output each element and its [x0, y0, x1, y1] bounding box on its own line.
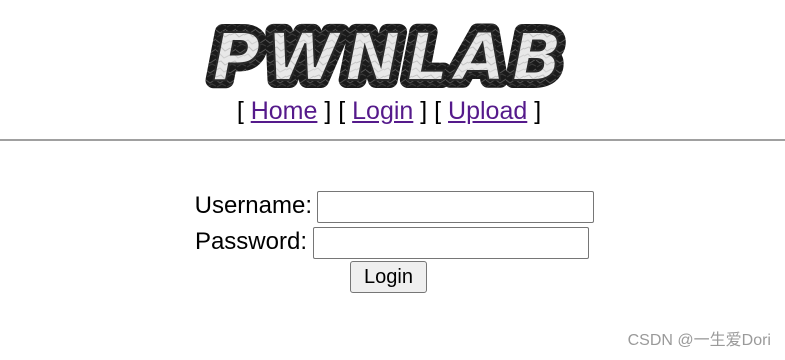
csdn-watermark: CSDN @一生爱Dori — [627, 332, 771, 349]
nav-link-home[interactable]: Home — [251, 97, 318, 125]
nav-close-bracket: ] — [527, 97, 542, 125]
page: PWNLAB PWNLAB [ Home ] [ Login ] [ Uploa… — [0, 0, 785, 360]
login-button[interactable]: Login — [350, 261, 427, 293]
nav-open-bracket: [ — [236, 97, 251, 125]
nav-separator: ] [ — [413, 97, 449, 125]
nav-separator: ] [ — [317, 97, 353, 125]
password-label: Password: — [194, 228, 307, 255]
horizontal-rule — [0, 139, 785, 141]
pwnlab-logo: PWNLAB PWNLAB — [204, 18, 570, 92]
svg-text:PWNLAB: PWNLAB — [212, 19, 568, 92]
nav-link-login[interactable]: Login — [352, 97, 413, 125]
password-input[interactable] — [313, 227, 589, 259]
username-label: Username: — [194, 192, 312, 219]
main-nav: [ Home ] [ Login ] [ Upload ] — [0, 95, 778, 127]
username-input[interactable] — [317, 191, 594, 223]
nav-link-upload[interactable]: Upload — [448, 97, 527, 125]
